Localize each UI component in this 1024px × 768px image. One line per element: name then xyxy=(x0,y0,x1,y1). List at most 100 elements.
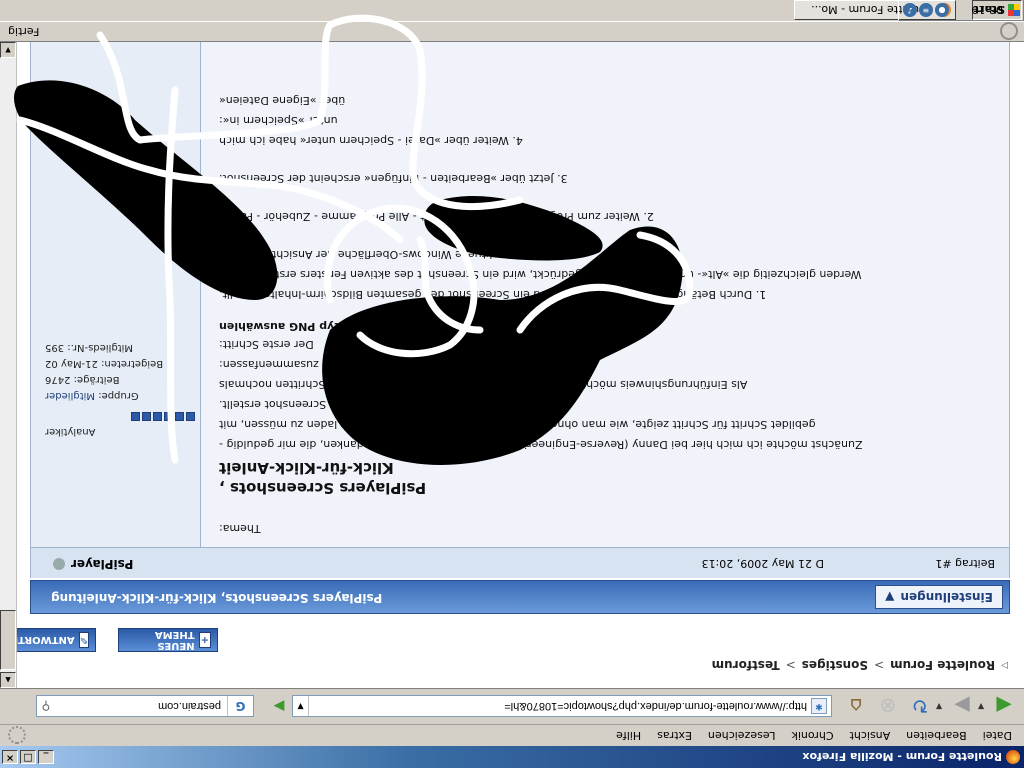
url-history-dropdown[interactable]: ▼ xyxy=(293,696,309,717)
menu-lesezeichen[interactable]: Lesezeichen xyxy=(700,729,784,742)
close-button[interactable]: × xyxy=(2,750,18,764)
menu-bearbeiten[interactable]: Bearbeiten xyxy=(898,729,974,742)
post-line-9: Werden gleichzeitig die »Alt«- und »Druc… xyxy=(219,268,862,281)
navigation-toolbar: ◀ ▼ ▶ ▼ ↻ ⊗ ⌂ ✱ ▼ ▶ G ⚲ xyxy=(0,688,1024,724)
topic-title: PsiPlayers Screenshots, Klick-für-Klick-… xyxy=(51,591,383,605)
url-input[interactable] xyxy=(309,700,807,713)
forward-button[interactable]: ▶ xyxy=(948,693,976,721)
post-user-sidebar: Analytiker Gruppe: Mitglieder Beiträge: … xyxy=(31,42,201,547)
rank-star-icon xyxy=(153,412,162,421)
user-rank: Analytiker xyxy=(45,426,96,437)
page-favicon-icon: ✱ xyxy=(811,698,827,715)
status-indicator-icon xyxy=(1000,22,1018,40)
menu-hilfe[interactable]: Hilfe xyxy=(608,729,649,742)
new-topic-button-label: NEUES THEMA xyxy=(154,629,195,651)
back-history-dropdown[interactable]: ▼ xyxy=(976,702,986,711)
status-bar: Fertig xyxy=(0,22,1024,42)
post-content: Thema: PsiPlayers Screenshots , Klick-fü… xyxy=(199,42,1009,547)
url-bar[interactable]: ✱ ▼ xyxy=(292,695,832,718)
window-titlebar: Roulette Forum - Mozilla Firefox _ □ × xyxy=(0,746,1024,768)
post-line-3: de einfachen Word-Programm Paint einen S… xyxy=(219,398,559,411)
menu-extras[interactable]: Extras xyxy=(649,729,700,742)
scroll-down-arrow[interactable]: ▼ xyxy=(0,42,16,58)
post-header: Beitrag #1 D 21 May 2009, 20:13 PsiPlaye… xyxy=(30,548,1010,578)
post-date-text: 21 May 2009, 20:13 xyxy=(701,557,813,570)
post-line-14: unter »Speichern in«: xyxy=(219,114,338,127)
topic-settings-button[interactable]: Einstellungen ▼ xyxy=(875,585,1003,609)
rank-star-icon xyxy=(175,412,184,421)
breadcrumb: ▷ Roulette Forum > Sonstiges > Testforum xyxy=(711,658,1008,672)
screen: Roulette Forum - Mozilla Firefox _ □ × D… xyxy=(0,0,1024,768)
stop-button[interactable]: ⊗ xyxy=(874,693,902,721)
user-group-label: Gruppe: xyxy=(98,390,139,401)
reply-icon: ✎ xyxy=(78,632,89,648)
post-line-7: Screenshot als Dateityp PNG auswählen xyxy=(219,320,468,333)
scroll-up-arrow[interactable]: ▲ xyxy=(0,672,16,688)
rank-star-icon xyxy=(142,412,151,421)
new-topic-icon: + xyxy=(198,632,211,648)
user-posts: Beiträge: 2476 xyxy=(45,374,120,385)
forward-history-dropdown[interactable]: ▼ xyxy=(934,702,944,711)
user-icon xyxy=(53,558,65,570)
menu-chronik[interactable]: Chronik xyxy=(784,729,842,742)
user-joined: Beigetreten: 21-May 02 xyxy=(45,358,164,369)
breadcrumb-testforum[interactable]: Testforum xyxy=(712,658,780,672)
search-input[interactable] xyxy=(55,700,227,713)
topic-title-bar: Einstellungen ▼ PsiPlayers Screenshots, … xyxy=(30,580,1010,614)
menu-ansicht[interactable]: Ansicht xyxy=(842,729,899,742)
user-member-no: Mitglieds-Nr.: 395 xyxy=(45,342,134,353)
tray-clock[interactable]: 08:19 xyxy=(971,3,1003,16)
maximize-button[interactable]: □ xyxy=(20,750,36,764)
system-tray: 08:19 ● ≡ ♪ xyxy=(898,0,1024,21)
menu-bar: Datei Bearbeiten Ansicht Chronik Lesezei… xyxy=(0,724,1024,746)
home-button[interactable]: ⌂ xyxy=(842,693,870,721)
post-date: D 21 May 2009, 20:13 xyxy=(702,557,824,570)
search-magnifier-icon[interactable]: ⚲ xyxy=(37,700,55,714)
back-button[interactable]: ◀ xyxy=(990,693,1018,721)
status-text: Fertig xyxy=(8,25,40,38)
tray-volume-icon[interactable]: ♪ xyxy=(903,3,917,17)
user-group: Gruppe: Mitglieder xyxy=(45,390,139,401)
search-engine-icon[interactable]: G xyxy=(227,696,253,717)
breadcrumb-toggle-icon[interactable]: ▷ xyxy=(1001,660,1008,670)
breadcrumb-roulette-forum[interactable]: Roulette Forum xyxy=(890,658,995,672)
topic-label: Thema: xyxy=(219,522,261,535)
post-line-8: 1. Durch Betätigen der »Druck«-Taste wir… xyxy=(219,288,767,301)
post-line-11: 2. Weiter zum Programm Paint über »Start… xyxy=(219,210,654,223)
post-line-5: zusammenfassen: xyxy=(219,358,319,371)
page-viewport: ▷ Roulette Forum > Sonstiges > Testforum… xyxy=(0,42,1024,688)
rank-star-icon xyxy=(164,412,173,421)
post-line-4: Als Einführungshinweis möchte ich in ein… xyxy=(219,378,748,391)
post-author-name[interactable]: PsiPlayer xyxy=(71,557,133,571)
post-heading-2: Klick-für-Klick-Anleit xyxy=(219,459,394,477)
topic-settings-label: Einstellungen xyxy=(900,590,993,604)
user-group-value[interactable]: Mitglieder xyxy=(45,390,95,401)
post-number[interactable]: Beitrag #1 xyxy=(935,557,995,570)
throbber-icon xyxy=(8,726,26,745)
post-line-6: Der erste Schritt: xyxy=(219,338,314,351)
post-line-1: Zunächst möchte ich mich hier bei Danny … xyxy=(219,438,863,451)
post-line-2: gebildet Schritt für Schritt zeigte, wie… xyxy=(219,418,816,431)
scroll-thumb[interactable] xyxy=(0,610,16,670)
search-box[interactable]: G ⚲ xyxy=(36,695,254,718)
new-topic-button[interactable]: + NEUES THEMA xyxy=(118,628,218,652)
user-rank-stars xyxy=(131,412,195,421)
breadcrumb-sonstiges[interactable]: Sonstiges xyxy=(802,658,868,672)
post-line-12: 3. Jetzt über »Bearbeiten - Einfügen« er… xyxy=(219,172,568,185)
tray-app-icon[interactable]: ● xyxy=(935,3,949,17)
windows-taskbar: Start Roulette Forum - Mo... 08:19 ● ≡ ♪ xyxy=(0,0,1024,22)
rank-star-icon xyxy=(131,412,140,421)
minimize-button[interactable]: _ xyxy=(38,750,54,764)
menu-datei[interactable]: Datei xyxy=(975,729,1020,742)
vertical-scrollbar[interactable]: ▲ ▼ xyxy=(0,42,17,688)
tray-icons: ● ≡ ♪ xyxy=(903,3,949,17)
post-body: Thema: PsiPlayers Screenshots , Klick-fü… xyxy=(30,42,1010,548)
chevron-down-icon: ▼ xyxy=(885,590,895,604)
post-line-10: bleibt die aktuelle Windows-Oberfläche d… xyxy=(219,248,555,261)
go-button[interactable]: ▶ xyxy=(268,696,290,718)
rank-star-icon xyxy=(186,412,195,421)
post-author[interactable]: PsiPlayer xyxy=(53,557,133,571)
reload-button[interactable]: ↻ xyxy=(906,693,934,721)
post-line-15: über »Eigene Dateien« xyxy=(219,94,346,107)
tray-network-icon[interactable]: ≡ xyxy=(919,3,933,17)
